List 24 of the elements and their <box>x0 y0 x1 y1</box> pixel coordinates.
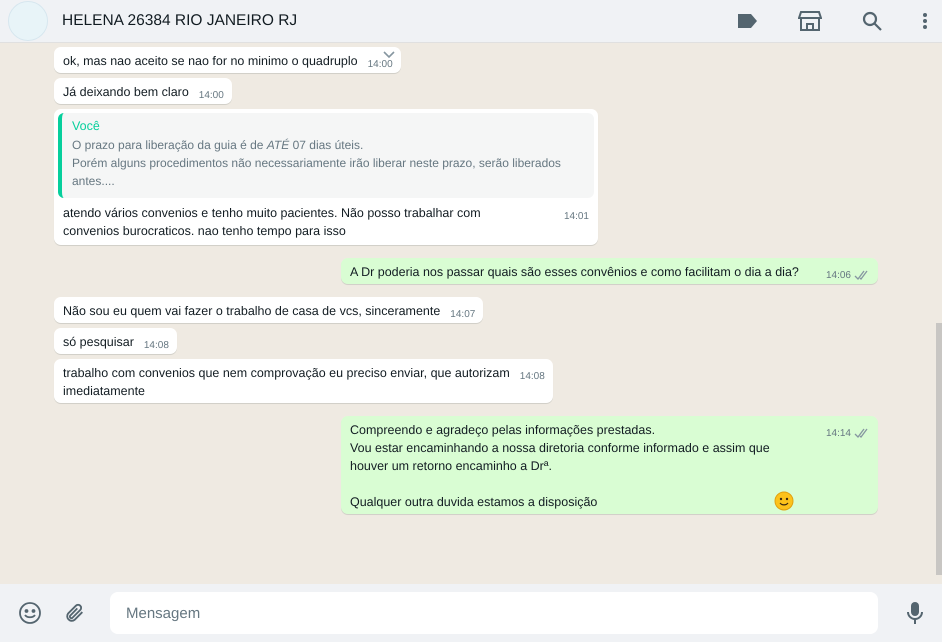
quoted-message[interactable]: Você O prazo para liberação da guia é de ATÉ 07 dias úteis. Porém alguns procedimentos não necessariamente irão liberar neste prazo, serão liberados antes.... <box>58 113 594 198</box>
quote-author: Você <box>72 119 101 133</box>
message-time: 14:08 <box>520 371 545 382</box>
message-time: 14:14 <box>826 428 851 439</box>
message-time: 14:00 <box>368 59 393 70</box>
message-time: 14:01 <box>564 211 589 222</box>
message-time: 14:00 <box>198 90 224 101</box>
message-time: 14:06 <box>826 270 851 281</box>
chevron-down-icon[interactable] <box>382 51 395 59</box>
message-text: Já deixando bem claro <box>63 84 189 101</box>
message-text: Compreendo e agradeço pelas informações prestadas. Vou estar encaminhando a nossa diretoria conforme informado e assim que houver um retorno encaminho a Drª. Qualquer outra duvida estamos a disposição <box>350 422 770 511</box>
message-time: 14:07 <box>450 309 476 320</box>
message-text: Não sou eu quem vai fazer o trabalho de casa de vcs, sinceramente <box>63 303 440 320</box>
contact-name: HELENA 26384 RIO JANEIRO RJ <box>62 12 298 30</box>
message-text: ok, mas nao aceito se nao for no minimo o quadruplo <box>63 53 358 70</box>
message-time: 14:08 <box>144 340 169 351</box>
message-text: só pesquisar <box>63 334 134 351</box>
message-text: A Dr poderia nos passar quais são esses convênios e como facilitam o dia a dia? <box>350 264 799 281</box>
quote-text: Porém alguns procedimentos não necessariamente irão liberar neste prazo, serão liberados antes.... <box>72 155 562 190</box>
message-text: trabalho com convenios que nem comprovação eu preciso enviar, que autorizam imediatamente <box>63 365 510 400</box>
scrollbar-thumb[interactable] <box>936 323 942 575</box>
quote-text: O prazo para liberação da guia é de ATÉ 07 dias úteis. <box>72 137 364 154</box>
message-text: atendo vários convenios e tenho muito pacientes. Não posso trabalhar com convenios burocraticos. nao tenho tempo para isso <box>63 205 481 240</box>
message-input-field[interactable]: Mensagem <box>110 592 878 634</box>
